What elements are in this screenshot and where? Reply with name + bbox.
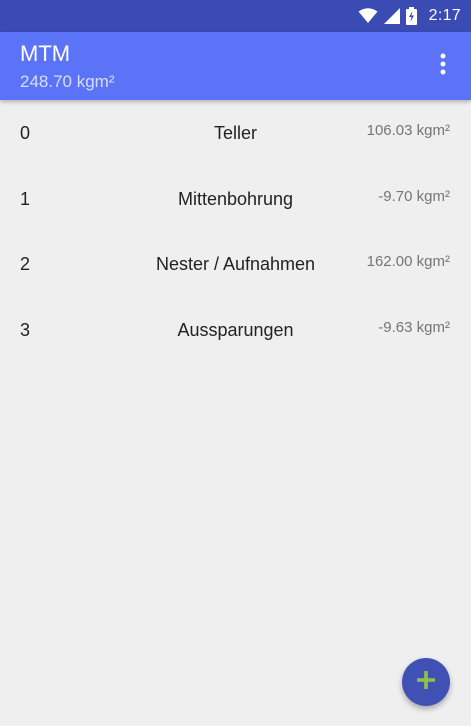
status-icons: 2:17 [358, 0, 461, 32]
list-item[interactable]: 2 Nester / Aufnahmen 162.00 kgm² [0, 231, 471, 297]
status-bar: 2:17 [0, 0, 471, 32]
overflow-menu-icon [440, 53, 446, 80]
battery-charging-icon [405, 7, 417, 25]
item-value: 162.00 kgm² [366, 253, 450, 270]
signal-icon [383, 8, 400, 24]
item-value: 106.03 kgm² [366, 122, 450, 139]
overflow-menu-button[interactable] [427, 50, 459, 82]
add-item-fab[interactable] [402, 658, 450, 706]
app-title: MTM [20, 41, 71, 66]
wifi-icon [358, 8, 378, 24]
component-list: 0 Teller 106.03 kgm² 1 Mittenbohrung -9.… [0, 100, 471, 362]
item-value: -9.63 kgm² [378, 318, 450, 336]
list-item[interactable]: 1 Mittenbohrung -9.70 kgm² [0, 166, 471, 232]
plus-icon [416, 670, 436, 695]
app-bar: MTM 248.70 kgm² [0, 32, 471, 100]
status-time: 2:17 [428, 7, 461, 24]
app-subtitle: 248.70 kgm² [20, 72, 115, 91]
list-item[interactable]: 3 Aussparungen -9.63 kgm² [0, 297, 471, 363]
item-value: -9.70 kgm² [378, 187, 450, 205]
list-item[interactable]: 0 Teller 106.03 kgm² [0, 100, 471, 166]
